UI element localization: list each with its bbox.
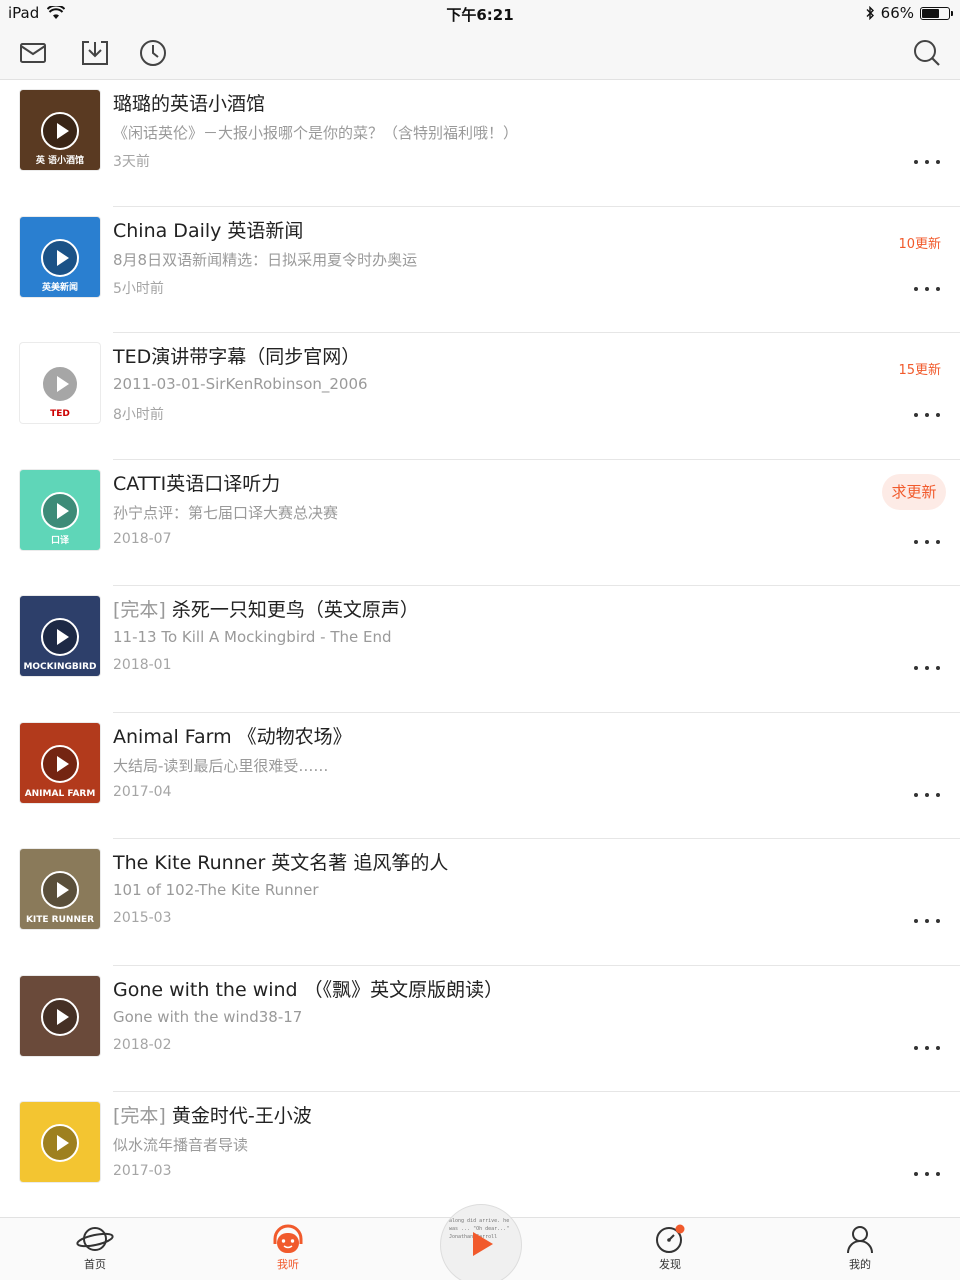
item-subtitle: 大结局-读到最后心里很难受…… [113, 756, 329, 775]
more-icon[interactable] [914, 286, 940, 293]
cover-caption: KITE RUNNER [25, 915, 95, 925]
list-item[interactable]: 口译 CATTI英语口译听力 孙宁点评：第七届口译大赛总决赛 2018-07 求… [0, 460, 960, 586]
item-title: China Daily 英语新闻 [113, 219, 304, 242]
more-icon[interactable] [914, 413, 940, 419]
cover-caption: 英美新闻 [41, 282, 78, 293]
item-time: 2018-01 [113, 657, 172, 673]
mail-icon[interactable] [18, 38, 48, 68]
play-disc-icon [473, 1232, 493, 1256]
cover-caption: 口译 [50, 535, 69, 546]
list-item[interactable]: TED TED演讲带字幕（同步官网） 2011-03-01-SirKenRobi… [0, 333, 960, 460]
more-icon[interactable] [914, 792, 940, 799]
tab-home[interactable]: 首页 [55, 1224, 135, 1272]
item-subtitle: Gone with the wind38-17 [113, 1007, 303, 1026]
play-icon[interactable] [41, 618, 79, 656]
item-subtitle: 2011-03-01-SirKenRobinson_2006 [113, 375, 368, 393]
list-item[interactable]: Gone with the wind （《飘》英文原版朗读） Gone with… [0, 966, 960, 1092]
tab-label: 我的 [849, 1258, 871, 1271]
search-icon[interactable] [912, 38, 942, 68]
more-icon[interactable] [914, 1172, 940, 1178]
item-title: [完本] 黄金时代-王小波 [113, 1105, 312, 1127]
tab-label: 首页 [84, 1258, 106, 1271]
item-time: 2018-02 [113, 1036, 172, 1053]
more-icon[interactable] [914, 539, 940, 546]
item-title: Gone with the wind （《飘》英文原版朗读） [113, 978, 504, 1001]
item-title: CATTI英语口译听力 [113, 472, 281, 495]
item-time: 3天前 [113, 154, 150, 170]
list-item[interactable]: [完本] 黄金时代-王小波 似水流年播音者导读 2017-03 [0, 1092, 960, 1217]
item-time: 2018-07 [113, 530, 172, 547]
download-icon[interactable] [80, 38, 110, 68]
cover-caption: MOCKINGBIRD [23, 662, 97, 672]
history-icon[interactable] [138, 38, 168, 68]
more-icon[interactable] [914, 160, 940, 166]
play-icon[interactable] [41, 744, 79, 783]
bluetooth-icon [866, 6, 874, 20]
list-item[interactable]: 英 语小酒馆 璐璐的英语小酒馆 《闲话英伦》－大报小报哪个是你的菜？（含特别福利… [0, 80, 960, 207]
play-icon[interactable] [41, 871, 79, 909]
tab-discover[interactable]: 发现 [630, 1224, 710, 1272]
cover-caption: ANIMAL FARM [24, 788, 96, 799]
item-time: 2017-03 [113, 1163, 172, 1179]
item-title: 璐璐的英语小酒馆 [113, 93, 266, 115]
subscription-list: 英 语小酒馆 璐璐的英语小酒馆 《闲话英伦》－大报小报哪个是你的菜？（含特别福利… [0, 80, 960, 1217]
item-title: [完本] 杀死一只知更鸟（英文原声） [113, 599, 419, 621]
tab-mine[interactable]: 我的 [820, 1224, 900, 1272]
item-subtitle: 《闲话英伦》－大报小报哪个是你的菜？（含特别福利哦！） [113, 124, 519, 142]
list-item[interactable]: MOCKINGBIRD [完本] 杀死一只知更鸟（英文原声） 11-13 To … [0, 586, 960, 713]
item-time: 2015-03 [113, 910, 172, 926]
item-time: 8小时前 [113, 407, 164, 423]
status-bar: iPad 下午6:21 66% [0, 0, 960, 26]
more-icon[interactable] [914, 666, 940, 672]
play-icon[interactable] [41, 365, 79, 403]
cover-caption: TED [50, 409, 70, 419]
planet-icon [76, 1227, 114, 1251]
clock: 下午6:21 [446, 6, 514, 24]
list-item[interactable]: ANIMAL FARM Animal Farm 《动物农场》 大结局-读到最后心… [0, 713, 960, 839]
play-icon[interactable] [41, 1124, 79, 1162]
play-icon[interactable] [41, 491, 79, 530]
person-icon [847, 1226, 873, 1254]
list-item[interactable]: 英美新闻 China Daily 英语新闻 8月8日双语新闻精选：日拟采用夏令时… [0, 207, 960, 333]
now-playing-button[interactable]: along did arrive. he was ... "Oh dear...… [440, 1204, 522, 1280]
cover-caption: 英 语小酒馆 [35, 156, 85, 166]
item-title: TED演讲带字幕（同步官网） [113, 346, 361, 368]
item-title: The Kite Runner 英文名著 追风筝的人 [113, 852, 449, 874]
update-badge: 10更新 [898, 236, 941, 252]
item-subtitle: 似水流年播音者导读 [113, 1136, 249, 1154]
headphones-icon [273, 1224, 303, 1253]
item-subtitle: 8月8日双语新闻精选：日拟采用夏令时办奥运 [113, 250, 418, 269]
more-icon[interactable] [914, 919, 940, 925]
tab-label: 发现 [659, 1258, 681, 1271]
item-subtitle: 11-13 To Kill A Mockingbird - The End [113, 628, 392, 646]
play-icon[interactable] [41, 112, 79, 150]
tab-label: 我听 [277, 1258, 299, 1271]
play-icon[interactable] [41, 238, 79, 277]
battery-icon [920, 6, 953, 20]
request-update-button[interactable]: 求更新 [882, 473, 946, 510]
top-toolbar [0, 26, 960, 80]
compass-icon [656, 1224, 685, 1253]
item-time: 5小时前 [113, 280, 164, 297]
item-title: Animal Farm 《动物农场》 [113, 725, 352, 748]
complete-tag: [完本] [113, 1105, 172, 1127]
complete-tag: [完本] [113, 599, 172, 621]
update-badge: 15更新 [898, 363, 941, 378]
item-subtitle: 孙宁点评：第七届口译大赛总决赛 [113, 503, 339, 522]
play-icon[interactable] [41, 997, 79, 1036]
battery-percent: 66% [880, 4, 914, 22]
list-item[interactable]: KITE RUNNER The Kite Runner 英文名著 追风筝的人 1… [0, 839, 960, 966]
bottom-tab-bar: 首页 我听 along did arrive. he was ... "Oh d… [0, 1204, 960, 1280]
more-icon[interactable] [914, 1045, 940, 1052]
tab-listen[interactable]: 我听 [248, 1224, 328, 1272]
item-time: 2017-04 [113, 783, 172, 800]
item-subtitle: 101 of 102-The Kite Runner [113, 881, 319, 899]
